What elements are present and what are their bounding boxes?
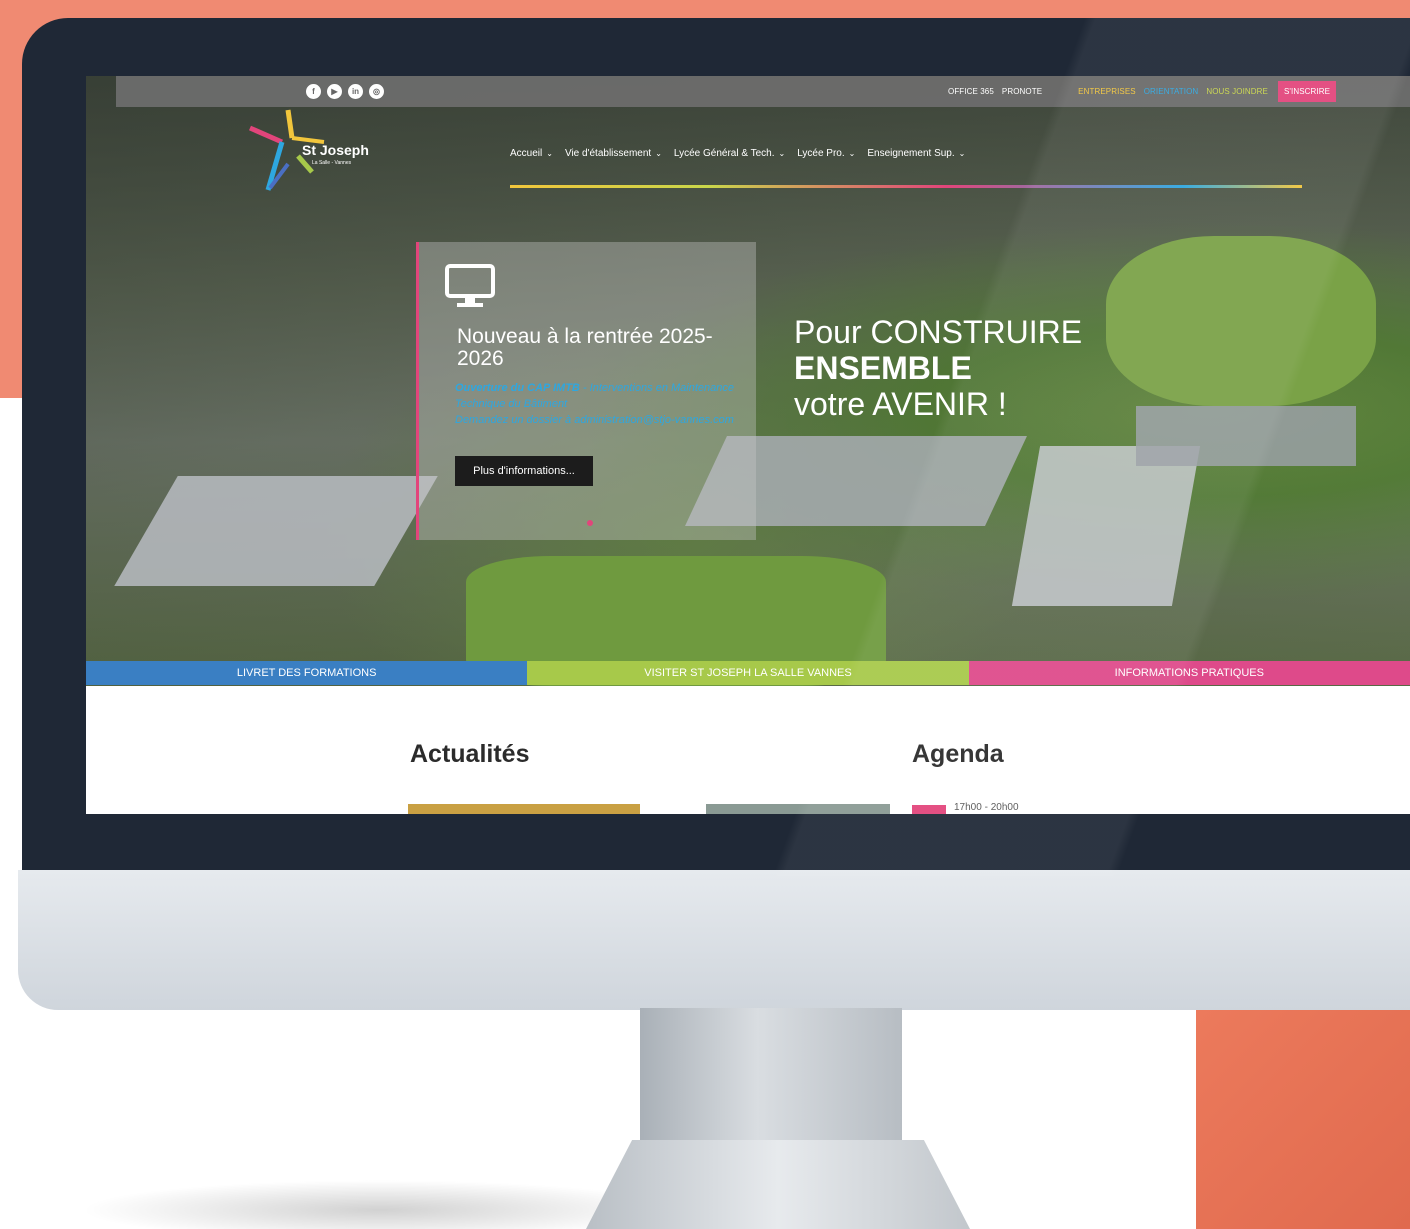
chevron-down-icon: ⌄ [778,149,786,158]
slide-card: Nouveau à la rentrée 2025-2026 Ouverture… [416,242,756,540]
main-nav: Accueil ⌄ Vie d'établissement ⌄ Lycée Gé… [510,148,965,159]
nav-color-underline [510,185,1302,188]
monitor-chin [18,870,1410,1010]
slide-text: Ouverture du CAP IMTB - Interventions en… [455,380,745,428]
nav-label: Accueil [510,148,543,159]
nav-item-enseignement-sup[interactable]: Enseignement Sup. ⌄ [867,148,965,159]
nav-item-lycee-general[interactable]: Lycée Général & Tech. ⌄ [674,148,785,159]
monitor-icon [445,264,495,307]
link-office-365[interactable]: OFFICE 365 [948,87,994,96]
top-links: OFFICE 365 PRONOTE ENTREPRISES ORIENTATI… [948,76,1337,107]
chevron-down-icon: ⌄ [655,149,662,158]
sinscrire-button[interactable]: S'INSCRIRE [1277,81,1337,102]
chevron-down-icon: ⌄ [546,149,553,158]
headline-line-1: Pour CONSTRUIRE [794,314,1083,350]
linkedin-icon[interactable]: in [348,84,363,99]
link-entreprises[interactable]: ENTREPRISES [1078,87,1136,96]
nav-label: Lycée Général & Tech. [673,148,775,159]
monitor-screen: f ▶ in ◎ OFFICE 365 PRONOTE ENTREPRISES … [86,76,1410,814]
slide-title: Nouveau à la rentrée 2025-2026 [457,325,713,370]
news-thumbnail[interactable] [408,804,640,814]
site-logo[interactable]: St Joseph La Salle - Vannes [248,108,369,194]
link-nous-joindre[interactable]: NOUS JOINDRE [1206,87,1268,96]
nav-label: Lycée Pro. [797,148,845,159]
top-bar: f ▶ in ◎ OFFICE 365 PRONOTE ENTREPRISES … [116,76,1410,107]
youtube-icon[interactable]: ▶ [327,84,342,99]
monitor-stand-foot [586,1140,970,1229]
agenda-title: Agenda [912,740,1004,768]
nav-label: Vie d'établissement [564,148,652,159]
hero-headline: Pour CONSTRUIRE ENSEMBLE votre AVENIR ! [794,314,1082,422]
more-info-button[interactable]: Plus d'informations... [455,456,593,486]
headline-line-2: ENSEMBLE [794,350,972,386]
monitor-stand-neck [640,1008,902,1148]
bar-visiter[interactable]: VISITER ST JOSEPH LA SALLE VANNES [527,661,969,685]
background-coral-corner [1196,1008,1410,1229]
instagram-icon[interactable]: ◎ [369,84,384,99]
slider-dot[interactable] [587,520,593,526]
chevron-down-icon: ⌄ [958,149,966,158]
facebook-icon[interactable]: f [306,84,321,99]
slide-text-bold: Ouverture du CAP IMTB [455,382,580,394]
bar-livret-formations[interactable]: LIVRET DES FORMATIONS [86,661,528,685]
headline-line-3: votre AVENIR ! [794,386,1007,422]
nav-item-lycee-pro[interactable]: Lycée Pro. ⌄ [797,148,855,159]
link-pronote[interactable]: PRONOTE [1002,87,1042,96]
news-title: Actualités [410,740,530,768]
agenda-date-badge [912,805,946,814]
logo-subtitle: La Salle - Vannes [312,160,352,166]
nav-label: Enseignement Sup. [867,148,955,159]
logo-text: St Joseph [302,142,369,158]
agenda-time: 17h00 - 20h00 [954,802,1019,813]
slide-contact[interactable]: Demandez un dossier à administration@stj… [455,414,734,426]
chevron-down-icon: ⌄ [848,149,856,158]
nav-item-accueil[interactable]: Accueil ⌄ [510,148,553,159]
bar-informations-pratiques[interactable]: INFORMATIONS PRATIQUES [968,661,1410,685]
quick-links-bar: LIVRET DES FORMATIONS VISITER ST JOSEPH … [86,661,1410,685]
link-orientation[interactable]: ORIENTATION [1144,87,1199,96]
social-links: f ▶ in ◎ [306,84,384,99]
news-thumbnail[interactable] [706,804,890,814]
nav-item-vie-etablissement[interactable]: Vie d'établissement ⌄ [565,148,662,159]
